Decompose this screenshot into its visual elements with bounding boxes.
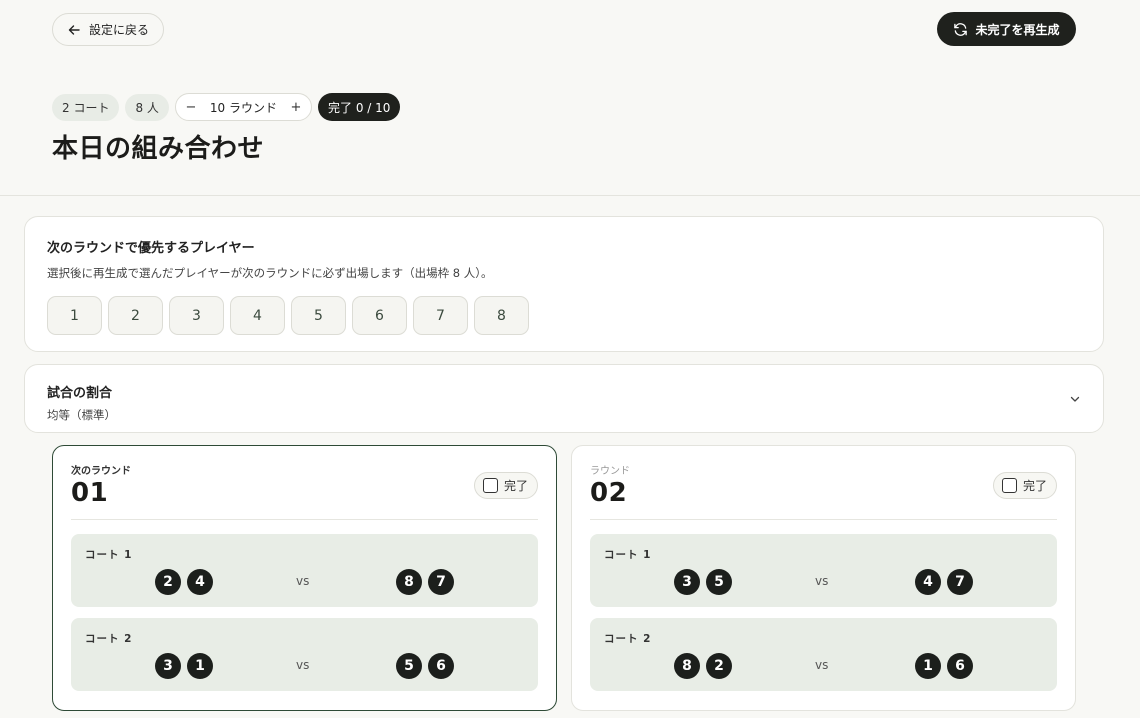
court-panel: コート 2 3 1 vs 5 6 — [71, 618, 538, 691]
priority-player-button[interactable]: 6 — [352, 296, 407, 335]
round-card: 次のラウンド 01 完了 コート 1 2 4 vs 8 7 コート 2 3 1 … — [52, 445, 557, 711]
page-title: 本日の組み合わせ — [52, 134, 265, 164]
priority-player-button[interactable]: 8 — [474, 296, 529, 335]
summary-chips: 2 コート 8 人 − 10 ラウンド + 完了 0 / 10 — [52, 93, 401, 121]
progress-badge: 完了 0 / 10 — [318, 93, 401, 121]
team-b: 1 6 — [915, 653, 973, 679]
team-b: 4 7 — [915, 569, 973, 595]
done-label: 完了 — [1023, 479, 1048, 493]
priority-player-button[interactable]: 3 — [169, 296, 224, 335]
done-label: 完了 — [504, 479, 529, 493]
ratio-title: 試合の割合 — [47, 386, 113, 401]
team-b: 8 7 — [396, 569, 454, 595]
arrow-left-icon — [68, 24, 80, 35]
rounds-increment-button[interactable]: + — [285, 100, 307, 115]
round-divider — [71, 519, 538, 520]
regenerate-button-label: 未完了を再生成 — [975, 22, 1060, 37]
rounds-stepper: − 10 ラウンド + — [174, 93, 312, 121]
done-checkbox[interactable] — [1002, 478, 1017, 493]
priority-player-button[interactable]: 4 — [230, 296, 285, 335]
player-token: 3 — [155, 653, 181, 679]
priority-player-grid: 1 2 3 4 5 6 7 8 — [47, 296, 1081, 335]
team-a: 3 5 — [674, 569, 732, 595]
court-label: コート 2 — [85, 633, 133, 645]
court-label: コート 1 — [604, 549, 652, 561]
round-label: 次のラウンド — [71, 466, 131, 477]
priority-player-button[interactable]: 1 — [47, 296, 102, 335]
match-ratio-accordion[interactable]: 試合の割合 均等（標準） — [24, 364, 1104, 433]
priority-description: 選択後に再生成で選んだプレイヤーが次のラウンドに必ず出場します（出場枠 8 人）… — [47, 266, 493, 280]
refresh-icon — [954, 22, 968, 36]
round-number: 02 — [590, 478, 628, 508]
court-panel: コート 1 3 5 vs 4 7 — [590, 534, 1057, 607]
vs-label: vs — [815, 658, 829, 672]
player-token: 5 — [396, 653, 422, 679]
chevron-down-icon — [1070, 396, 1080, 402]
priority-players-card: 次のラウンドで優先するプレイヤー 選択後に再生成で選んだプレイヤーが次のラウンド… — [24, 216, 1104, 352]
priority-player-button[interactable]: 7 — [413, 296, 468, 335]
team-a: 3 1 — [155, 653, 213, 679]
priority-player-button[interactable]: 2 — [108, 296, 163, 335]
court-label: コート 2 — [604, 633, 652, 645]
round-done-toggle[interactable]: 完了 — [474, 472, 538, 499]
page-header: 設定に戻る 未完了を再生成 2 コート 8 人 − 10 ラウンド + 完了 0… — [0, 0, 1140, 196]
player-token: 4 — [915, 569, 941, 595]
round-label: ラウンド — [590, 466, 630, 477]
court-panel: コート 2 8 2 vs 1 6 — [590, 618, 1057, 691]
round-card: ラウンド 02 完了 コート 1 3 5 vs 4 7 コート 2 8 2 vs… — [571, 445, 1076, 711]
players-chip: 8 人 — [125, 93, 169, 121]
player-token: 1 — [915, 653, 941, 679]
team-a: 8 2 — [674, 653, 732, 679]
round-number: 01 — [71, 478, 109, 508]
vs-label: vs — [296, 658, 310, 672]
player-token: 1 — [187, 653, 213, 679]
vs-label: vs — [815, 574, 829, 588]
player-token: 7 — [428, 569, 454, 595]
player-token: 4 — [187, 569, 213, 595]
player-token: 3 — [674, 569, 700, 595]
player-token: 6 — [428, 653, 454, 679]
player-token: 6 — [947, 653, 973, 679]
rounds-value: 10 ラウンド — [209, 100, 277, 115]
round-divider — [590, 519, 1057, 520]
vs-label: vs — [296, 574, 310, 588]
back-button-label: 設定に戻る — [89, 23, 150, 37]
priority-player-button[interactable]: 5 — [291, 296, 346, 335]
player-token: 8 — [396, 569, 422, 595]
court-panel: コート 1 2 4 vs 8 7 — [71, 534, 538, 607]
regenerate-incomplete-button[interactable]: 未完了を再生成 — [937, 12, 1076, 46]
courts-chip: 2 コート — [52, 93, 120, 121]
court-label: コート 1 — [85, 549, 133, 561]
rounds-decrement-button[interactable]: − — [180, 100, 202, 115]
round-done-toggle[interactable]: 完了 — [993, 472, 1057, 499]
team-a: 2 4 — [155, 569, 213, 595]
player-token: 2 — [155, 569, 181, 595]
done-checkbox[interactable] — [483, 478, 498, 493]
player-token: 5 — [706, 569, 732, 595]
priority-title: 次のラウンドで優先するプレイヤー — [47, 241, 255, 256]
ratio-value: 均等（標準） — [47, 408, 116, 422]
back-to-settings-button[interactable]: 設定に戻る — [52, 13, 165, 46]
player-token: 7 — [947, 569, 973, 595]
team-b: 5 6 — [396, 653, 454, 679]
player-token: 8 — [674, 653, 700, 679]
player-token: 2 — [706, 653, 732, 679]
